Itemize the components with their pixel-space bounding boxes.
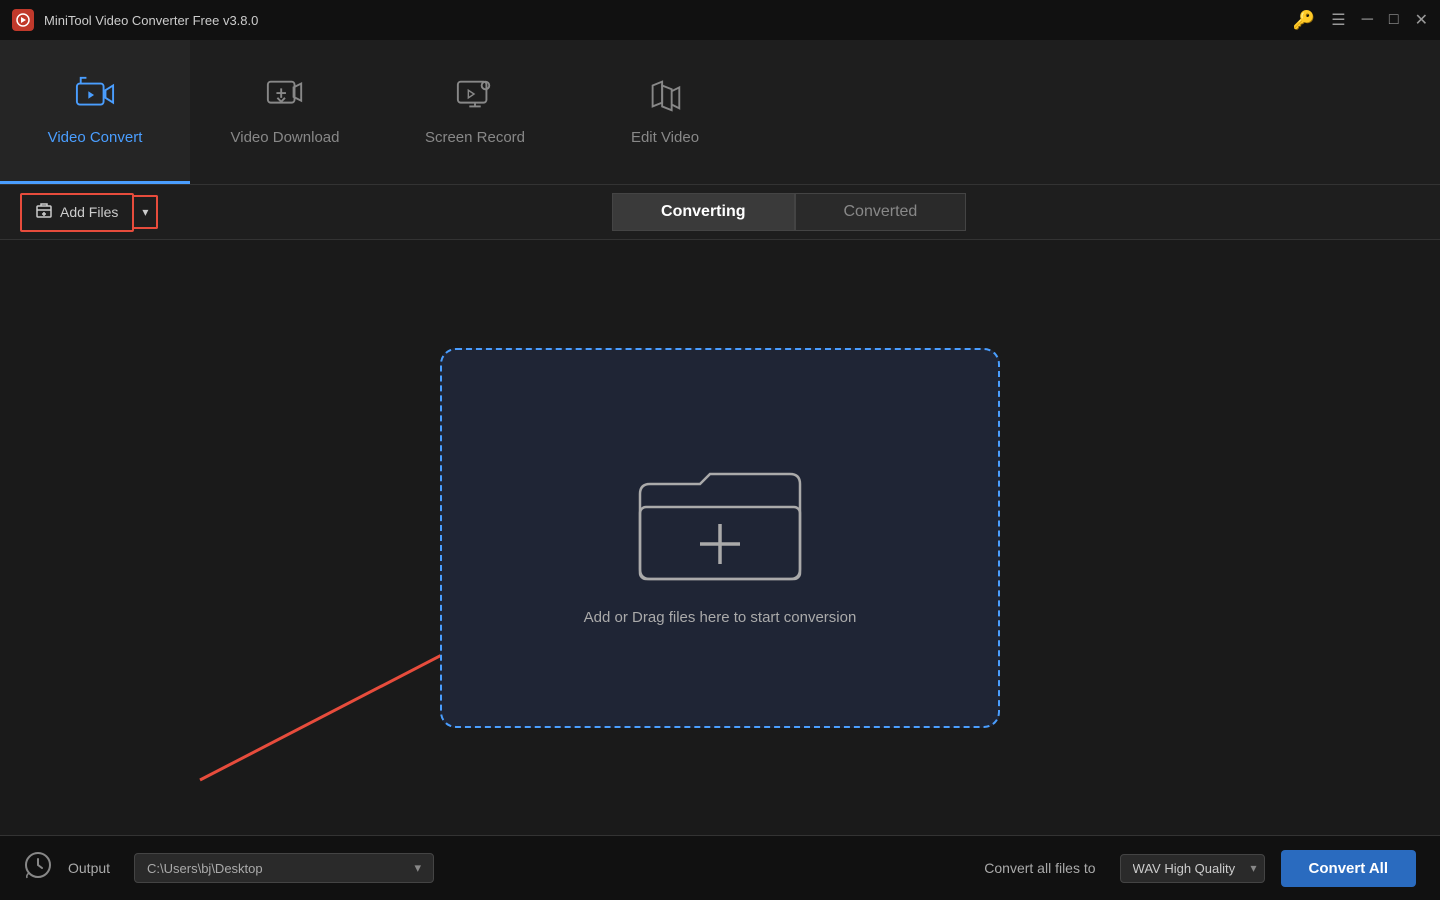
add-files-icon [36,203,52,222]
folder-icon [630,449,810,589]
video-convert-icon [75,75,115,119]
nav-bar: Video Convert Video Download Screen Reco… [0,40,1440,185]
edit-video-icon [645,75,685,119]
clock-icon [24,851,52,886]
video-download-icon [265,75,305,119]
converting-tab[interactable]: Converting [612,193,794,231]
output-path-value: C:\Users\bj\Desktop [147,861,263,876]
output-label: Output [68,860,110,876]
maximize-button[interactable]: □ [1389,11,1399,29]
tab-edit-video-label: Edit Video [631,129,699,146]
add-files-dropdown-button[interactable]: ▾ [134,195,158,229]
bottom-bar: Output C:\Users\bj\Desktop ▾ Convert all… [0,835,1440,900]
output-path-dropdown-icon: ▾ [415,860,422,876]
tab-video-download[interactable]: Video Download [190,40,380,184]
format-select-wrapper: WAV High Quality MP4 High Quality MP3 Hi… [1120,854,1265,883]
tab-video-convert-label: Video Convert [48,129,143,146]
tab-video-download-label: Video Download [231,129,340,146]
add-files-button[interactable]: Add Files [20,193,134,232]
format-select[interactable]: WAV High Quality MP4 High Quality MP3 Hi… [1120,854,1265,883]
drop-zone[interactable]: Add or Drag files here to start conversi… [440,348,1000,728]
tab-edit-video[interactable]: Edit Video [570,40,760,184]
key-icon[interactable]: 🔑 [1293,10,1315,31]
app-logo [12,9,34,31]
window-controls: 🔑 ☰ ─ □ ✕ [1293,10,1428,31]
toolbar: Add Files ▾ Converting Converted [0,185,1440,240]
close-button[interactable]: ✕ [1415,10,1428,30]
menu-icon[interactable]: ☰ [1331,10,1345,30]
convert-all-button[interactable]: Convert All [1281,850,1416,887]
add-files-label: Add Files [60,204,118,220]
titlebar: MiniTool Video Converter Free v3.8.0 🔑 ☰… [0,0,1440,40]
output-path-selector[interactable]: C:\Users\bj\Desktop ▾ [134,853,434,883]
app-title: MiniTool Video Converter Free v3.8.0 [44,13,258,28]
tab-video-convert[interactable]: Video Convert [0,40,190,184]
screen-record-icon [455,75,495,119]
convert-tabs: Converting Converted [612,193,966,231]
converted-tab[interactable]: Converted [795,193,967,231]
convert-all-label: Convert All [1309,860,1388,877]
tab-screen-record-label: Screen Record [425,129,525,146]
minimize-button[interactable]: ─ [1362,11,1373,29]
convert-all-files-label: Convert all files to [984,860,1095,876]
main-content: Add or Drag files here to start conversi… [0,240,1440,835]
drop-hint: Add or Drag files here to start conversi… [584,609,857,626]
tab-screen-record[interactable]: Screen Record [380,40,570,184]
